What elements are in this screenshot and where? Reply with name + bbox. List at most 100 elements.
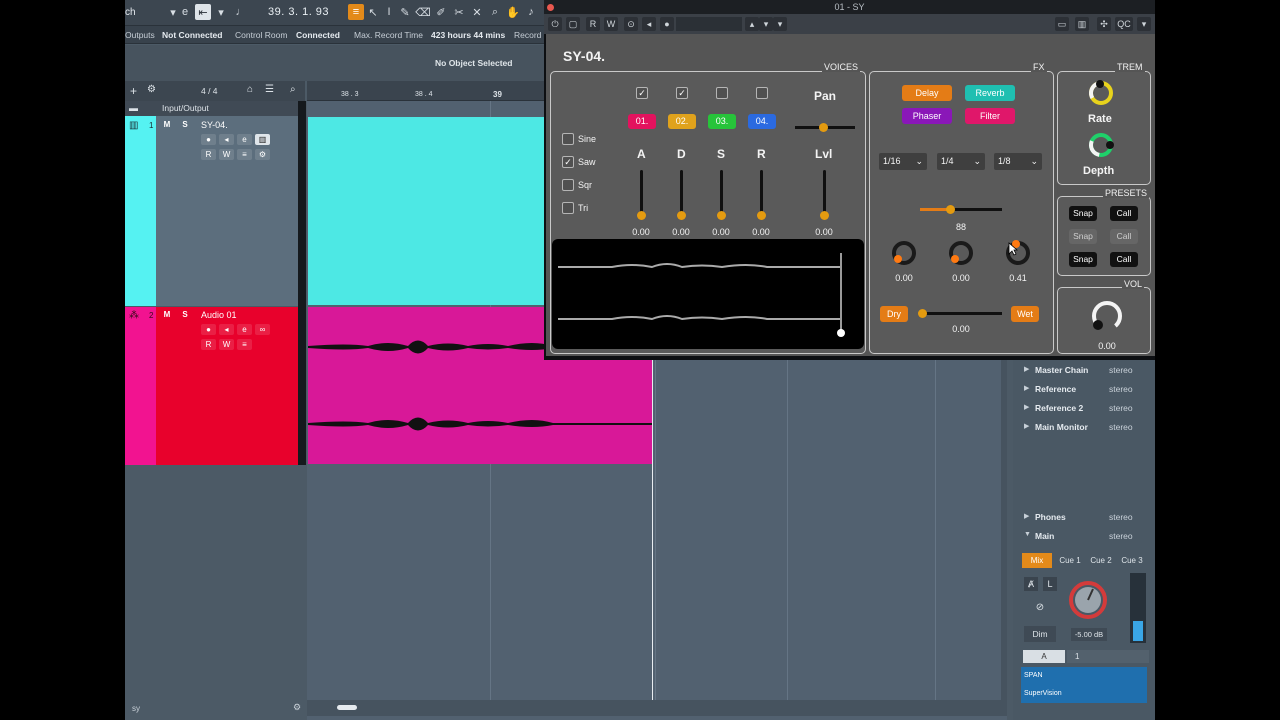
fx-amount-handle[interactable] — [946, 205, 955, 214]
power-icon[interactable]: ⏻ — [548, 17, 562, 31]
decay-slider-handle[interactable] — [677, 211, 686, 220]
rate-knob[interactable] — [1086, 78, 1116, 108]
automation-icon[interactable]: ≡ — [237, 339, 252, 350]
reverb-time-dropdown[interactable]: 1/4 ⌄ — [937, 153, 985, 170]
bypass-icon[interactable]: ▢ — [566, 17, 580, 31]
scroll-thumb[interactable] — [337, 705, 357, 710]
tab-cue2[interactable]: Cue 2 — [1086, 553, 1116, 568]
dim-button[interactable]: Dim — [1024, 626, 1056, 642]
limit-icon[interactable]: L — [1043, 577, 1057, 591]
mixer-row-main-monitor[interactable]: ▶ Main Monitor stereo — [1021, 420, 1151, 436]
mixer-row-reference-2[interactable]: ▶ Reference 2 stereo — [1021, 401, 1151, 417]
range-icon[interactable]: ✐ — [433, 4, 449, 20]
preset-field[interactable] — [676, 17, 742, 31]
settings-icon[interactable]: ✣ — [1097, 17, 1111, 31]
home-icon[interactable]: ⌂ — [247, 84, 253, 95]
phaser-button[interactable]: Phaser — [902, 108, 952, 124]
delay-time-dropdown[interactable]: 1/16 ⌄ — [879, 153, 927, 170]
insert-supervision[interactable]: SuperVision — [1021, 685, 1147, 703]
write-button[interactable]: W — [219, 149, 234, 160]
vertical-scrollbar[interactable] — [1001, 360, 1007, 700]
mute-tool-icon[interactable]: ✕ — [469, 4, 485, 20]
fx-knob-2[interactable] — [947, 239, 975, 267]
tab-mix[interactable]: Mix — [1022, 553, 1052, 568]
delay-button[interactable]: Delay — [902, 85, 952, 101]
horizontal-scrollbar[interactable] — [307, 700, 1007, 716]
pencil-icon[interactable]: ✎ — [397, 4, 413, 20]
track-name[interactable]: SY-04. — [201, 120, 228, 130]
note-icon[interactable]: ♩ — [233, 4, 249, 20]
dry-wet-handle[interactable] — [918, 309, 927, 318]
insert-span[interactable]: SPAN — [1021, 667, 1147, 685]
keyboard-icon[interactable]: ▭ — [1055, 17, 1069, 31]
instrument-icon[interactable]: ⊙ — [624, 17, 638, 31]
edit-icon[interactable]: e — [177, 4, 193, 20]
eraser-icon[interactable]: ⌫ — [415, 4, 431, 20]
phaser-time-dropdown[interactable]: 1/8 ⌄ — [994, 153, 1042, 170]
listen-icon[interactable]: Ⱥ — [1024, 577, 1038, 591]
fx-knob-1[interactable] — [890, 239, 918, 267]
read-button[interactable]: R — [201, 339, 216, 350]
read-button[interactable]: R — [201, 149, 216, 160]
main-volume-knob[interactable] — [1066, 578, 1110, 622]
tri-checkbox[interactable] — [562, 202, 574, 214]
slot-a-button[interactable]: A — [1023, 650, 1065, 663]
snap-button-3[interactable]: Snap — [1069, 252, 1097, 267]
reverb-button[interactable]: Reverb — [965, 85, 1015, 101]
add-track-icon[interactable]: + — [130, 84, 137, 98]
release-slider[interactable] — [760, 170, 763, 216]
voice1-checkbox[interactable]: ✓ — [636, 87, 648, 99]
sustain-slider-handle[interactable] — [717, 211, 726, 220]
pointer-icon[interactable]: ↖ — [365, 4, 381, 20]
mute-button[interactable]: M — [160, 309, 174, 320]
expand-icon[interactable]: ▶ — [1024, 422, 1029, 430]
expand-icon[interactable]: ▶ — [1024, 365, 1029, 373]
saw-checkbox[interactable]: ✓ — [562, 156, 574, 168]
snap-dropdown-icon[interactable]: ▾ — [213, 4, 229, 20]
track-name[interactable]: Audio 01 — [201, 310, 237, 320]
sine-checkbox[interactable] — [562, 133, 574, 145]
snap-button-2[interactable]: Snap — [1069, 229, 1097, 244]
settings-icon[interactable]: ⚙ — [255, 149, 270, 160]
pan-slider[interactable] — [795, 123, 855, 132]
quick-controls-icon[interactable]: QC — [1115, 17, 1133, 31]
write-automation-button[interactable]: W — [604, 17, 618, 31]
collapse-icon[interactable]: ▼ — [1024, 531, 1031, 538]
link-icon[interactable]: ∞ — [255, 324, 270, 335]
voice-04-button[interactable]: 04. — [748, 114, 776, 129]
color-icon[interactable]: ● — [660, 17, 674, 31]
tracklist-splitter[interactable] — [298, 101, 306, 465]
fx-amount-slider[interactable] — [920, 205, 1002, 214]
position-counter[interactable]: 39. 3. 1. 93 — [268, 6, 329, 18]
hand-icon[interactable]: ✋ — [505, 4, 521, 20]
db-value[interactable]: -5.00 dB — [1071, 628, 1107, 641]
sidechain-icon[interactable]: ▥ — [1075, 17, 1089, 31]
depth-knob[interactable] — [1086, 130, 1116, 160]
voice2-checkbox[interactable]: ✓ — [676, 87, 688, 99]
filter-button[interactable]: Filter — [965, 108, 1015, 124]
dry-button[interactable]: Dry — [880, 306, 908, 322]
tab-cue3[interactable]: Cue 3 — [1117, 553, 1147, 568]
close-window-icon[interactable] — [547, 4, 554, 11]
solo-button[interactable]: S — [178, 119, 192, 130]
monitor-icon[interactable]: ◂ — [219, 134, 234, 145]
call-button-2[interactable]: Call — [1110, 229, 1138, 244]
snap-button-1[interactable]: Snap — [1069, 206, 1097, 221]
voice-01-button[interactable]: 01. — [628, 114, 656, 129]
attack-slider-handle[interactable] — [637, 211, 646, 220]
split-icon[interactable]: ✂ — [451, 4, 467, 20]
menu-icon[interactable]: ▾ — [1137, 17, 1151, 31]
level-slider-handle[interactable] — [820, 211, 829, 220]
expand-icon[interactable]: ▶ — [1024, 384, 1029, 392]
record-enable-icon[interactable]: ● — [201, 324, 216, 335]
arrow-icon[interactable]: ◂ — [642, 17, 656, 31]
level-slider[interactable] — [823, 170, 826, 216]
read-automation-button[interactable]: R — [586, 17, 600, 31]
expand-icon[interactable]: ▶ — [1024, 403, 1029, 411]
midi-clip[interactable] — [308, 117, 545, 305]
decay-slider[interactable] — [680, 170, 683, 216]
volume-knob[interactable] — [1089, 298, 1125, 334]
mixer-row-master-chain[interactable]: ▶ Master Chain stereo — [1021, 363, 1151, 379]
phase-icon[interactable]: ⊘ — [1031, 601, 1049, 615]
release-slider-handle[interactable] — [757, 211, 766, 220]
